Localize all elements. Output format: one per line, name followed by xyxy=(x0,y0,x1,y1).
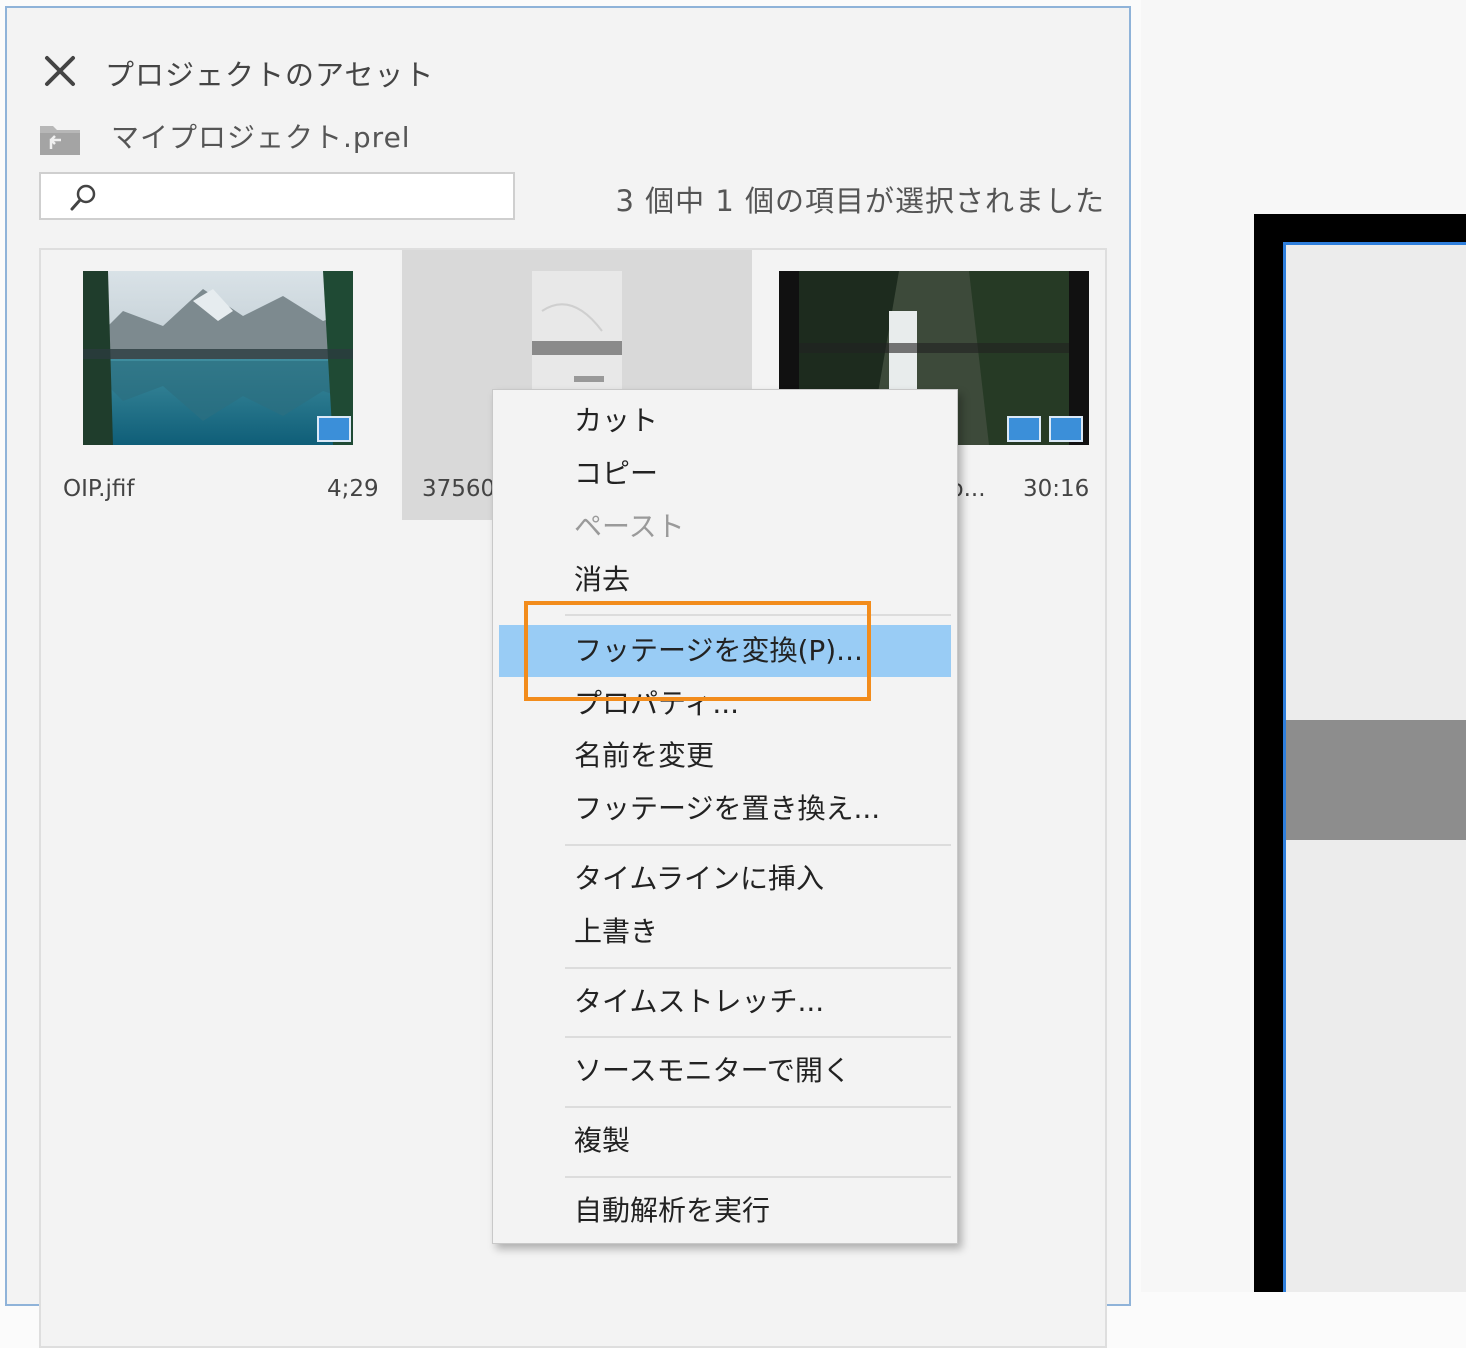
audio-icon xyxy=(1049,416,1083,442)
menu-item-auto-analyze[interactable]: 自動解析を実行 xyxy=(499,1185,951,1237)
menu-item-rename[interactable]: 名前を変更 xyxy=(499,730,951,782)
asset-name: OIP.jfif xyxy=(63,476,135,502)
asset-thumbnail xyxy=(83,271,353,445)
video-icon xyxy=(317,416,351,442)
search-icon xyxy=(67,182,99,214)
selection-status: 3 個中 1 個の項目が選択されました xyxy=(615,184,1105,218)
menu-item-replace-footage[interactable]: フッテージを置き換え... xyxy=(499,783,951,835)
menu-item-time-stretch[interactable]: タイムストレッチ... xyxy=(499,976,951,1028)
menu-separator xyxy=(565,1106,951,1108)
menu-separator xyxy=(565,1176,951,1178)
menu-separator xyxy=(565,614,951,616)
menu-item-open-source-monitor[interactable]: ソースモニターで開く xyxy=(499,1045,951,1097)
close-icon[interactable] xyxy=(41,52,79,90)
asset-duration: 30:16 xyxy=(1023,476,1090,502)
context-menu: カット コピー ペースト 消去 フッテージを変換(P)... プロパティ... … xyxy=(492,389,958,1244)
monitor-preview-band xyxy=(1286,720,1466,840)
menu-item-overwrite[interactable]: 上書き xyxy=(499,906,951,958)
menu-separator xyxy=(565,844,951,846)
search-input[interactable] xyxy=(39,172,515,220)
asset-name: 37560 xyxy=(422,476,496,502)
menu-item-duplicate[interactable]: 複製 xyxy=(499,1115,951,1167)
menu-item-insert-timeline[interactable]: タイムラインに挿入 xyxy=(499,853,951,905)
project-name: マイプロジェクト.prel xyxy=(111,121,411,154)
panel-title: プロジェクトのアセット xyxy=(105,58,435,92)
menu-item-interpret-footage[interactable]: フッテージを変換(P)... xyxy=(499,625,951,677)
asset-tile[interactable]: OIP.jfif 4;29 xyxy=(45,250,395,520)
menu-item-clear[interactable]: 消去 xyxy=(499,554,951,606)
asset-duration: 4;29 xyxy=(327,476,379,502)
folder-up-icon[interactable] xyxy=(39,120,81,156)
menu-item-properties[interactable]: プロパティ... xyxy=(499,678,951,730)
menu-item-copy[interactable]: コピー xyxy=(499,448,951,500)
menu-separator xyxy=(565,1036,951,1038)
asset-thumbnail xyxy=(532,271,622,401)
video-icon xyxy=(1007,416,1041,442)
menu-separator xyxy=(565,967,951,969)
menu-item-paste[interactable]: ペースト xyxy=(499,501,951,553)
menu-item-cut[interactable]: カット xyxy=(499,395,951,447)
